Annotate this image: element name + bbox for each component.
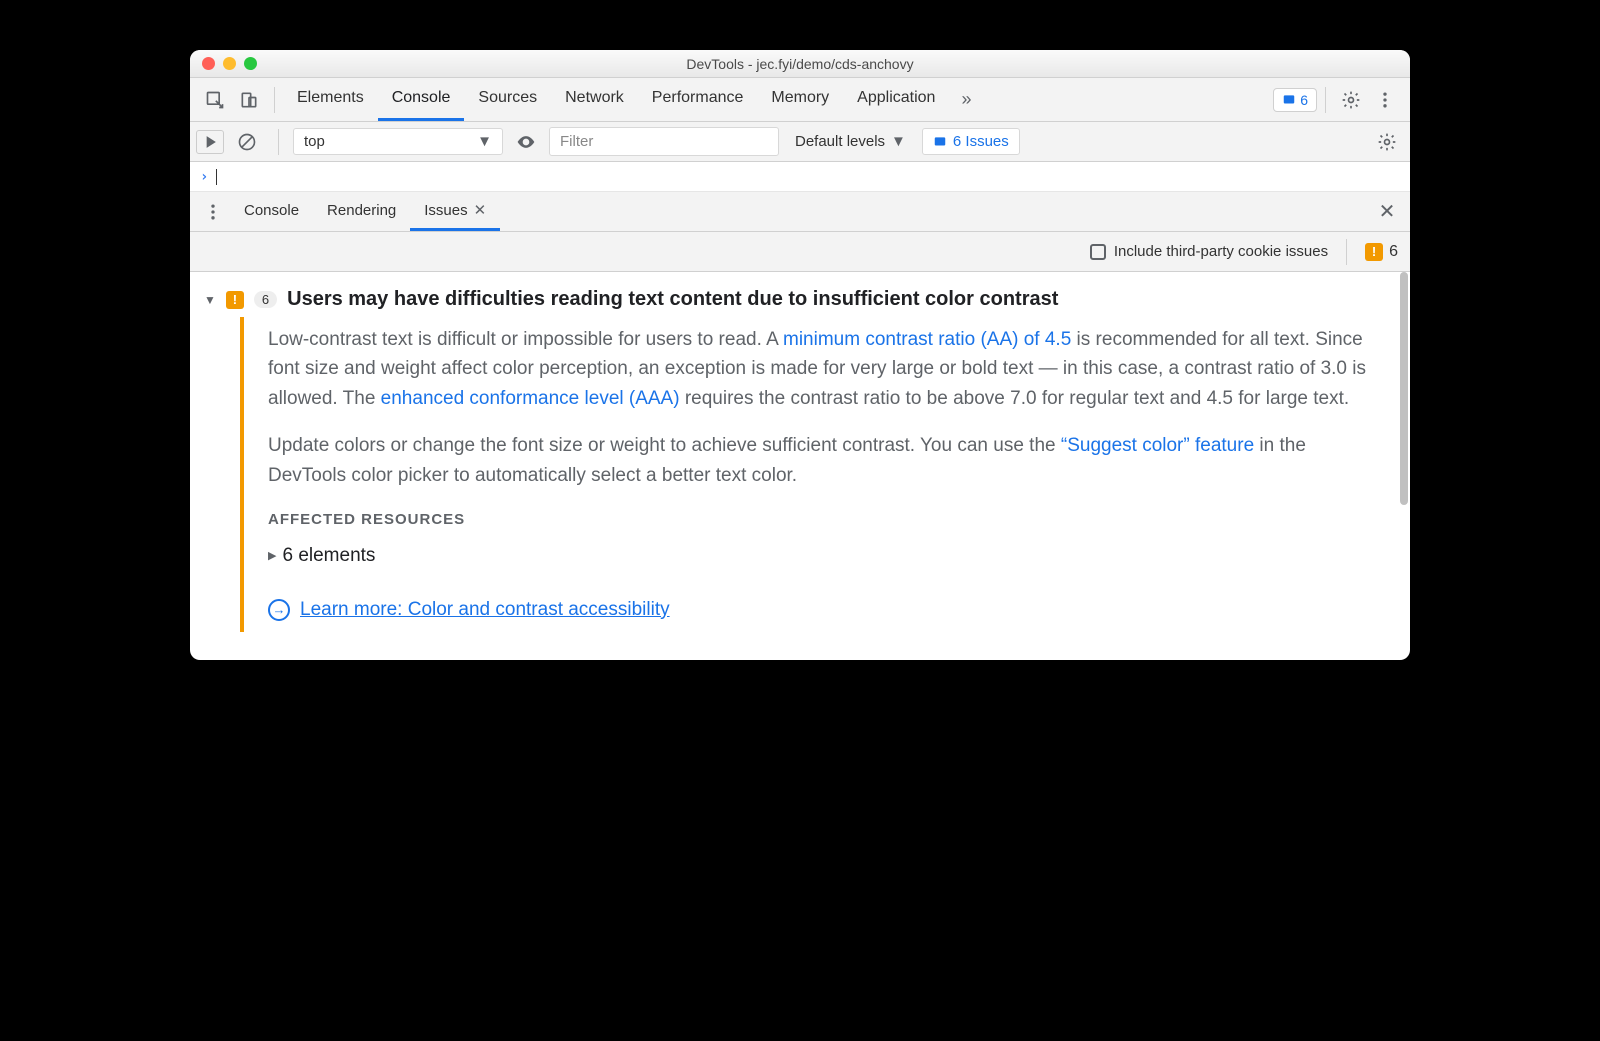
minimize-window-button[interactable] [223,57,236,70]
affected-count-label: 6 elements [282,541,375,570]
tab-label: Console [392,89,451,107]
issues-panel: ▼ ! 6 Users may have difficulties readin… [190,272,1410,660]
more-tabs-icon[interactable]: » [949,83,983,117]
levels-label: Default levels [795,133,885,150]
drawer-tab-console[interactable]: Console [230,192,313,231]
tab-elements[interactable]: Elements [283,78,378,121]
devtools-window: DevTools - jec.fyi/demo/cds-anchovy Elem… [190,50,1410,660]
chevron-down-icon: ▼ [891,133,906,150]
issue-paragraph: Low-contrast text is difficult or imposs… [268,325,1376,413]
issues-toolbar: Include third-party cookie issues ! 6 [190,232,1410,272]
text: requires the contrast ratio to be above … [680,388,1350,409]
separator [1346,239,1347,265]
tab-label: Sources [478,89,537,107]
issue-title: Users may have difficulties reading text… [287,288,1058,311]
tab-label: Memory [771,89,829,107]
settings-gear-icon[interactable] [1334,83,1368,117]
console-prompt[interactable]: › [190,162,1410,192]
issues-link-label: 6 Issues [953,133,1009,150]
checkbox-icon [1090,244,1106,260]
kebab-menu-icon[interactable] [1368,83,1402,117]
tabbar-right: 6 [1273,83,1402,117]
external-link-icon: → [268,599,290,621]
window-title: DevTools - jec.fyi/demo/cds-anchovy [190,56,1410,72]
chevron-down-icon: ▼ [477,133,492,150]
issue-count: 6 [1300,92,1308,108]
close-drawer-icon[interactable]: ✕ [1370,195,1404,229]
text: Low-contrast text is difficult or imposs… [268,329,783,350]
device-toolbar-icon[interactable] [232,83,266,117]
separator [278,129,279,155]
text-cursor [216,169,217,185]
console-settings-gear-icon[interactable] [1370,125,1404,159]
live-expression-eye-icon[interactable] [509,125,543,159]
titlebar: DevTools - jec.fyi/demo/cds-anchovy [190,50,1410,78]
issue-body: Low-contrast text is difficult or imposs… [240,317,1396,632]
collapse-triangle-icon[interactable]: ▼ [204,293,216,307]
traffic-lights [190,57,257,70]
drawer-tab-rendering[interactable]: Rendering [313,192,410,231]
separator [274,87,275,113]
issue-header[interactable]: ▼ ! 6 Users may have difficulties readin… [204,282,1396,317]
include-third-party-checkbox[interactable]: Include third-party cookie issues [1090,243,1328,260]
close-tab-icon[interactable]: ✕ [474,201,487,219]
filter-input[interactable] [549,127,779,156]
badge-count: 6 [1389,243,1398,261]
context-selector[interactable]: top ▼ [293,128,503,155]
suggest-color-link[interactable]: “Suggest color” feature [1061,435,1254,456]
affected-elements-row[interactable]: ▶ 6 elements [268,541,1376,570]
tab-label: Network [565,89,624,107]
tab-label: Elements [297,89,364,107]
tab-network[interactable]: Network [551,78,638,121]
affected-resources-heading: AFFECTED RESOURCES [268,508,1376,531]
close-window-button[interactable] [202,57,215,70]
warning-icon: ! [226,291,244,309]
tab-sources[interactable]: Sources [464,78,551,121]
learn-more-link[interactable]: Learn more: Color and contrast accessibi… [300,595,670,624]
context-label: top [304,133,325,150]
issue-count-pill: 6 [254,291,277,308]
checkbox-label: Include third-party cookie issues [1114,243,1328,260]
separator [1325,87,1326,113]
tab-label: Issues [424,202,467,219]
tab-label: Application [857,89,935,107]
prompt-chevron-icon: › [200,169,208,185]
log-levels-selector[interactable]: Default levels ▼ [785,129,916,154]
scroll-thumb[interactable] [1400,272,1408,505]
drawer-tabs: Console Rendering Issues ✕ [230,192,500,231]
text: Update colors or change the font size or… [268,435,1061,456]
issues-link[interactable]: 6 Issues [922,128,1020,155]
issues-count-badge: ! 6 [1365,243,1398,261]
issue-paragraph: Update colors or change the font size or… [268,431,1376,490]
console-toolbar: top ▼ Default levels ▼ 6 Issues [190,122,1410,162]
tab-application[interactable]: Application [843,78,949,121]
open-issues-badge[interactable]: 6 [1273,88,1317,112]
tab-memory[interactable]: Memory [757,78,843,121]
main-tabs: Elements Console Sources Network Perform… [283,78,949,121]
zoom-window-button[interactable] [244,57,257,70]
contrast-aaa-link[interactable]: enhanced conformance level (AAA) [381,388,680,409]
drawer-tabbar: Console Rendering Issues ✕ ✕ [190,192,1410,232]
tab-label: Performance [652,89,744,107]
learn-more-row: → Learn more: Color and contrast accessi… [268,595,1376,624]
expand-triangle-icon: ▶ [268,548,276,565]
drawer-tab-issues[interactable]: Issues ✕ [410,192,500,231]
scrollbar[interactable] [1400,272,1408,660]
warning-icon: ! [1365,243,1383,261]
contrast-aa-link[interactable]: minimum contrast ratio (AA) of 4.5 [783,329,1071,350]
tab-console[interactable]: Console [378,78,465,121]
drawer-kebab-icon[interactable] [196,195,230,229]
tab-performance[interactable]: Performance [638,78,758,121]
tab-label: Rendering [327,202,396,219]
inspect-element-icon[interactable] [198,83,232,117]
main-tabbar: Elements Console Sources Network Perform… [190,78,1410,122]
clear-console-icon[interactable] [230,125,264,159]
execute-icon[interactable] [196,130,224,154]
tab-label: Console [244,202,299,219]
